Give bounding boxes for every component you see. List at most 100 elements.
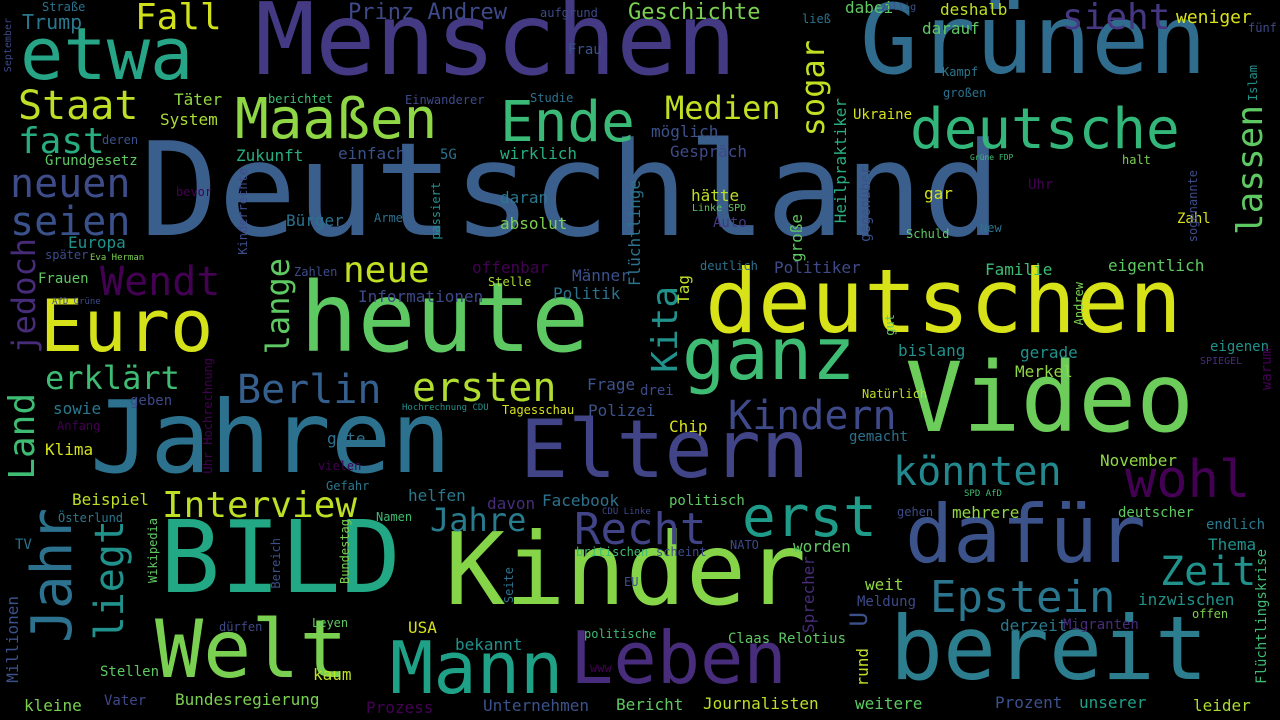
word-prozess: Prozess [366,698,434,717]
word-ließ: ließ [802,12,831,26]
word-daran: daran [500,188,549,207]
word-eu: EU [624,575,639,589]
word-wikipedia: Wikipedia [146,518,160,584]
word-thema: Thema [1208,535,1257,554]
word-worden: worden [793,537,851,556]
word-bericht: Bericht [616,695,684,714]
word-stelle: Stelle [488,275,532,289]
word-einwanderer: Einwanderer [405,93,485,107]
word-anfang: Anfang [57,419,101,433]
word-medien: Medien [665,89,781,127]
word-islam: Islam [1246,65,1260,102]
word-eva-herman: Eva Herman [90,253,145,263]
word-trump: Trump [22,10,83,34]
word-polizei: Polizei [588,401,656,420]
word-frage: Frage [587,375,636,394]
word-studie: Studie [530,91,574,105]
word-endlich: endlich [1206,517,1266,533]
word-linke-spd: Linke SPD [692,203,747,214]
word-andrew: Andrew [1072,282,1086,326]
word-staat: Staat [18,83,139,129]
word-zahlen: Zahlen [294,265,338,279]
word-stellen: Stellen [100,664,160,680]
word-kaum: kaum [313,665,352,684]
word-sprecher: Sprecher [799,556,818,634]
word-namen: Namen [376,510,413,524]
word-deshalb: deshalb [940,0,1008,19]
word-passiert: passiert [429,182,443,240]
word-derzeit: derzeit [1000,616,1068,635]
word-erklärt: erklärt [45,359,180,397]
word-sieht: sieht [1062,0,1171,38]
word-zeit: Zeit [1160,549,1257,595]
word-offen: offen [1192,607,1229,621]
word-möglich: möglich [651,122,719,141]
word-merkel: Merkel [1015,362,1073,381]
word-sogar: sogar [794,40,832,137]
word-beispiel: Beispiel [72,490,150,509]
word-grüne-fdp: Grüne FDP [970,153,1014,162]
word-interview: Interview [162,485,358,526]
word-bundesregierung: Bundesregierung [175,690,320,709]
word-kleine: kleine [24,696,82,715]
word-politiker: Politiker [774,258,861,277]
word-flüchtlingskrise: Flüchtlingskrise [1254,549,1270,684]
word-arme: Arme [374,211,403,225]
word-frauen: Frauen [38,271,89,287]
word-seite: Seite [502,567,516,604]
word-täter: Täter [174,90,223,109]
word-berichtet: berichtet [268,92,334,106]
word-gemacht: gemacht [849,429,909,445]
word-5g: 5G [440,147,457,163]
word-halt: halt [1122,153,1151,167]
word-september: September [3,18,14,73]
word-mehrere: mehrere [952,503,1020,522]
word-großen: großen [943,86,987,100]
word-ganz: ganz [682,312,856,396]
word-männer: Männer [572,266,630,285]
word-sowie: sowie [53,399,102,418]
word-wirklich: wirklich [500,144,578,163]
word-geschichte: Geschichte [628,0,761,25]
word-klima: Klima [45,440,94,459]
word-gefahr: Gefahr [326,479,370,493]
word-hochrechnung-cdu: Hochrechnung CDU [402,403,489,413]
word-sogenannte: sogenannte [1186,170,1200,243]
word-auto: Auto [713,215,747,231]
word-vater: Vater [104,693,147,709]
word-davon: davon [487,494,536,513]
word-uhr-hochrechnung: Uhr Hochrechnung [201,358,215,474]
word-usa: USA [408,618,437,637]
word-drei: drei [640,383,674,399]
word-gerade: gerade [1020,343,1078,362]
word-journalisten: Journalisten [703,694,819,713]
word-gut: gut [883,314,897,336]
word-spd-afd: SPD AfD [964,489,1002,499]
word-helfen: helfen [408,486,466,505]
word-gegenüber: gegenüber [858,166,874,242]
word-geben: geben [130,393,173,409]
word-lange: lange [259,258,297,355]
word-weniger: weniger [1176,7,1252,28]
word-einfach: einfach [338,144,406,163]
word-neuen: neuen [10,161,131,207]
word-claas-relotius: Claas Relotius [728,631,847,647]
word-berlin: Berlin [237,367,382,413]
word-meldung: Meldung [857,594,917,610]
word-später: später [45,248,89,262]
word-schuld: Schuld [906,227,950,241]
word-politische: politische [584,627,657,641]
word-tagesschau: Tagesschau [502,403,575,417]
word-spiegel: SPIEGEL [1200,356,1243,367]
word-deutscher: deutscher [1118,505,1194,521]
word-lassen: lassen [1230,105,1271,236]
word-völlig: völlig [880,2,917,13]
word-britischen: britischen [576,545,649,559]
word-große: große [787,214,806,263]
word-gehen: gehen [897,505,934,519]
word-prozent: Prozent [995,693,1063,712]
word-frau: Frau [568,42,602,58]
word-tag: Tag [674,275,693,304]
word-uhr: Uhr [1028,177,1054,193]
word-jahr: Jahr [20,508,85,643]
